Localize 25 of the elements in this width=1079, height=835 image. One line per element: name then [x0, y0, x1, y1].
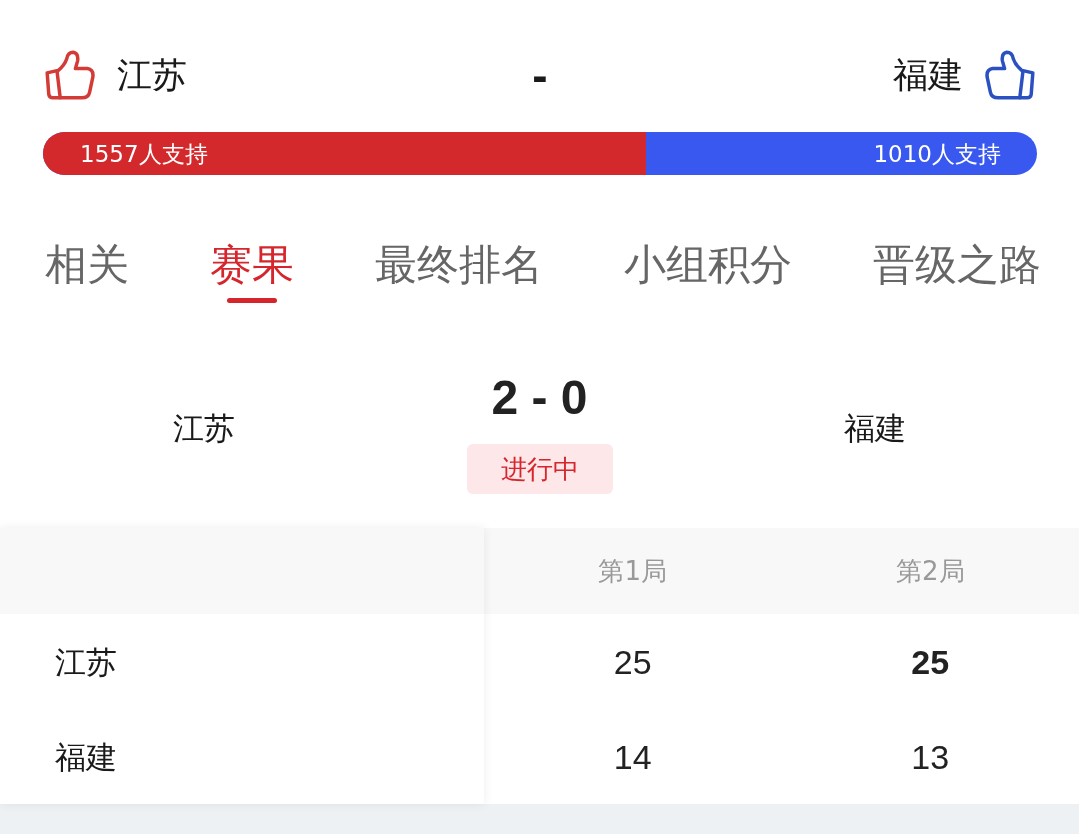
match-score: 2 - 0: [491, 370, 588, 426]
tab-underline: [227, 298, 277, 303]
support-count: 1557人支持: [80, 139, 208, 169]
team-name: 江苏: [55, 642, 117, 682]
team-name: 江苏: [117, 54, 187, 96]
set-label: 第2局: [895, 555, 965, 588]
team-name: 福建: [55, 737, 117, 777]
tab[interactable]: 相关: [45, 240, 129, 290]
set-score: 14: [613, 736, 652, 777]
tab[interactable]: 赛果: [210, 240, 294, 303]
set-score: 25: [613, 641, 652, 682]
tab[interactable]: 晋级之路: [873, 240, 1041, 290]
tab[interactable]: 最终排名: [375, 240, 543, 290]
support-count: 1010人支持: [873, 139, 1001, 169]
set-label: 第1局: [598, 555, 667, 588]
match-status: 进行中: [466, 444, 613, 494]
set-score: 25: [911, 641, 950, 682]
thumbs-up-icon[interactable]: [45, 50, 95, 100]
score-separator: -: [532, 50, 548, 100]
tab[interactable]: 小组积分: [624, 240, 792, 290]
set-score: 13: [911, 736, 950, 777]
thumbs-up-icon[interactable]: [985, 50, 1035, 100]
team-name: 福建: [844, 409, 906, 448]
team-name: 江苏: [173, 409, 235, 448]
team-name: 福建: [893, 54, 963, 96]
